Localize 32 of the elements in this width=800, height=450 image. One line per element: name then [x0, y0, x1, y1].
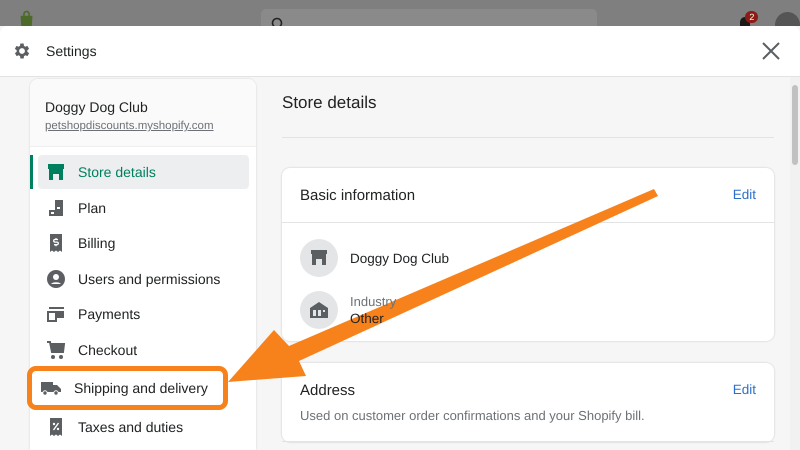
close-icon[interactable]	[762, 42, 780, 60]
store-url[interactable]: petshopdiscounts.myshopify.com	[45, 120, 241, 132]
notification-badge: 2	[745, 11, 758, 23]
user-icon	[46, 268, 66, 289]
sidebar-item[interactable]: Payments	[38, 297, 249, 332]
industry-label: Industry	[350, 294, 396, 309]
window-title: Settings	[46, 43, 98, 59]
card-description: Used on customer order confirmations and your Shopify bill.	[300, 408, 645, 423]
blocks-icon	[46, 198, 66, 218]
sidebar-item[interactable]: Plan	[38, 190, 249, 225]
sidebar-item[interactable]: Users and permissions	[38, 262, 249, 296]
cart-icon	[46, 340, 66, 360]
store-icon	[300, 239, 338, 277]
shopping-bag-icon	[18, 10, 36, 26]
edit-link[interactable]: Edit	[732, 187, 756, 202]
settings-icon	[12, 41, 32, 61]
card-icon	[46, 304, 66, 324]
card-title: Address	[300, 382, 356, 399]
sidebar-item[interactable]: Checkout	[38, 332, 249, 367]
scrollbar[interactable]	[790, 77, 800, 450]
sidebar-item[interactable]: Store details	[38, 155, 249, 189]
page-title: Store details	[282, 93, 378, 113]
edit-link[interactable]: Edit	[732, 382, 756, 397]
card-title: Basic information	[300, 187, 416, 204]
sidebar-item[interactable]: Taxes and duties	[38, 410, 249, 444]
industry-value: Other	[350, 311, 385, 326]
store-name: Doggy Dog Club	[45, 99, 149, 115]
store-name-value: Doggy Dog Club	[350, 250, 450, 266]
sidebar-item[interactable]: Shipping and delivery	[32, 370, 223, 405]
building-icon	[300, 291, 338, 329]
store-icon	[46, 162, 66, 182]
sidebar-item[interactable]: Billing	[38, 226, 249, 260]
